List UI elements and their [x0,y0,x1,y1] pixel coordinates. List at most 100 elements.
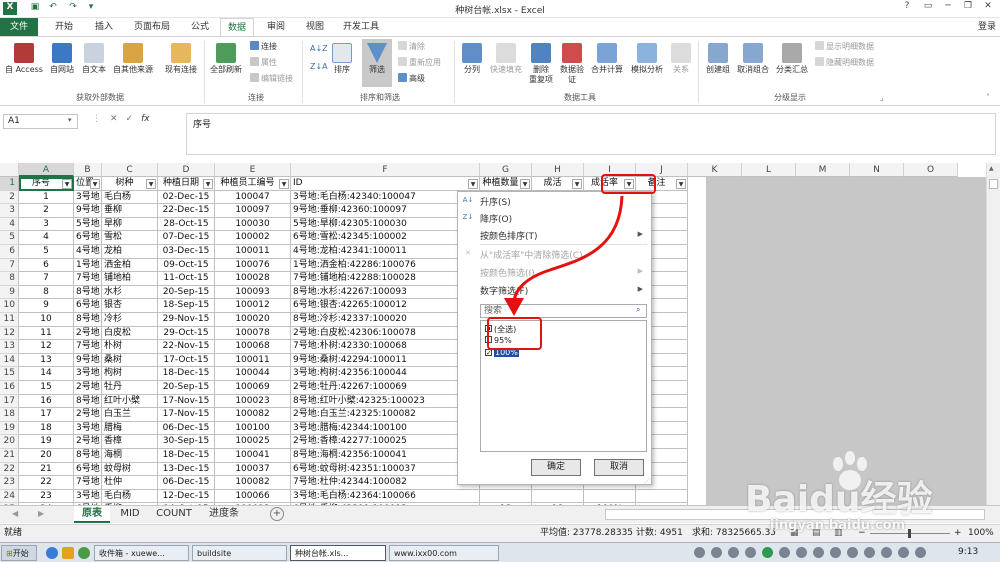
data-validation-button[interactable]: 数据验 证 [557,43,587,85]
table-cell[interactable]: 9号地 [74,353,102,368]
table-cell[interactable]: 18-Dec-15 [158,367,215,381]
row-header[interactable]: 6 [0,245,19,259]
table-cell[interactable]: 17-Nov-15 [158,408,215,422]
header-cell[interactable]: 种植数量 ▼ [480,177,532,191]
filter-dropdown-button[interactable]: ▼ [279,179,289,189]
tray-settings-icon[interactable] [745,547,756,558]
table-cell[interactable]: 7 [19,272,74,286]
column-header[interactable]: N [850,163,904,177]
table-cell[interactable]: 垂柳 [102,204,158,218]
table-cell[interactable]: 7号地 [74,340,102,354]
table-cell[interactable]: 5 [19,245,74,259]
browser-icon[interactable] [46,547,58,559]
row-header[interactable]: 4 [0,217,19,232]
table-cell[interactable]: 9号地 [74,204,102,218]
table-cell[interactable]: 冷杉 [102,313,158,327]
table-cell[interactable]: 100076 [215,258,291,273]
group-button[interactable]: 创建组 [702,43,734,75]
table-cell[interactable]: 03-Dec-15 [158,245,215,259]
table-cell[interactable]: 2号地 [74,408,102,422]
table-cell[interactable]: 3号地:枸树:42356:100044 [291,367,480,381]
column-header[interactable]: O [904,163,958,177]
table-cell[interactable]: 毛白杨 [102,190,158,205]
row-header[interactable]: 24 [0,489,19,504]
table-cell[interactable]: 7号地 [74,476,102,490]
tray-network-icon[interactable] [694,547,705,558]
table-cell[interactable]: 海桐 [102,449,158,463]
row-header[interactable]: 22 [0,462,19,477]
table-cell[interactable]: 100011 [215,353,291,368]
row-header[interactable]: 8 [0,272,19,286]
table-cell[interactable]: 100047 [215,190,291,205]
cancel-icon[interactable]: ✕ [110,114,126,124]
column-header[interactable]: B [74,163,102,177]
quicklaunch-icon[interactable] [78,547,90,559]
from-other-sources-button[interactable]: 自其他来源 [110,43,156,75]
row-header[interactable]: 16 [0,381,19,395]
sheet-tab-count[interactable]: COUNT [150,506,198,523]
table-cell[interactable]: 3号地 [74,421,102,436]
table-cell[interactable]: 100082 [215,476,291,490]
tab-home[interactable]: 开始 [44,18,84,36]
prev-sheet-icon[interactable]: ◀ [12,509,18,518]
sheet-tab-original[interactable]: 原表 [74,506,110,523]
table-cell[interactable]: 6 [19,258,74,273]
table-cell[interactable]: 5号地 [74,217,102,232]
ribbon-display-icon[interactable]: ▭ [918,1,938,16]
table-cell[interactable]: 20-Sep-15 [158,381,215,395]
table-cell[interactable]: 100082 [215,408,291,422]
table-cell[interactable]: 20-Sep-15 [158,285,215,300]
table-cell[interactable]: 16 [19,394,74,409]
tray-shield-icon[interactable] [762,547,773,558]
table-cell[interactable]: 6号地 [74,462,102,477]
filter-dropdown-button[interactable]: ▼ [146,179,156,189]
tab-insert[interactable]: 插入 [84,18,124,36]
table-cell[interactable]: 100068 [215,340,291,354]
ok-button[interactable]: 确定 [531,459,581,476]
table-cell[interactable]: 2号地 [74,435,102,449]
table-cell[interactable]: 100025 [215,435,291,449]
table-cell[interactable]: 02-Dec-15 [158,190,215,205]
remove-duplicates-button[interactable]: 删除 重复项 [526,43,556,85]
table-cell[interactable]: 09-Oct-15 [158,258,215,273]
row-header[interactable]: 21 [0,449,19,463]
tab-view[interactable]: 视图 [296,18,334,36]
scroll-up-icon[interactable]: ▲ [989,165,998,174]
column-header[interactable]: M [796,163,850,177]
table-cell[interactable]: 7号地 [74,272,102,286]
table-cell[interactable]: 100011 [215,245,291,259]
table-cell[interactable]: 2号地:香樟:42277:100025 [291,435,480,449]
table-cell[interactable]: 1号地 [74,258,102,273]
row-header[interactable]: 18 [0,408,19,422]
table-cell[interactable]: 100100 [215,421,291,436]
row-header[interactable]: 17 [0,394,19,409]
table-cell[interactable]: 21 [19,462,74,477]
row-header[interactable]: 12 [0,326,19,341]
table-cell[interactable]: 桑树 [102,353,158,368]
relationships-button[interactable]: 关系 [668,43,694,75]
tray-app-icon[interactable] [796,547,807,558]
table-cell[interactable]: 100066 [215,489,291,504]
table-cell[interactable]: 2号地:白玉兰:42325:100082 [291,408,480,422]
table-cell[interactable]: 100037 [215,462,291,477]
header-cell[interactable]: ID ▼ [291,177,480,191]
table-cell[interactable]: 龙柏 [102,245,158,259]
table-cell[interactable]: 8号地:海桐:42356:100041 [291,449,480,463]
table-cell[interactable]: 3 [19,217,74,232]
header-cell[interactable]: 位置 ▼ [74,177,102,191]
table-cell[interactable]: 12-Dec-15 [158,489,215,504]
row-header[interactable]: 11 [0,313,19,327]
table-cell[interactable]: 毛白杨 [102,489,158,504]
formula-input[interactable]: 序号 [186,113,996,155]
table-cell[interactable]: 23 [19,489,74,504]
filter-dropdown-button[interactable]: ▼ [468,179,478,189]
from-access-button[interactable]: 自 Access [4,43,44,75]
taskbar-browser[interactable]: www.ixx00.com [389,545,499,561]
column-header[interactable]: A [19,163,74,177]
table-cell[interactable]: 3号地 [74,367,102,381]
table-cell[interactable]: 100028 [215,272,291,286]
table-cell[interactable]: 8号地:冷杉:42337:100020 [291,313,480,327]
cancel-button[interactable]: 取消 [594,459,644,476]
next-sheet-icon[interactable]: ▶ [38,509,44,518]
table-cell[interactable]: 旱柳 [102,217,158,232]
